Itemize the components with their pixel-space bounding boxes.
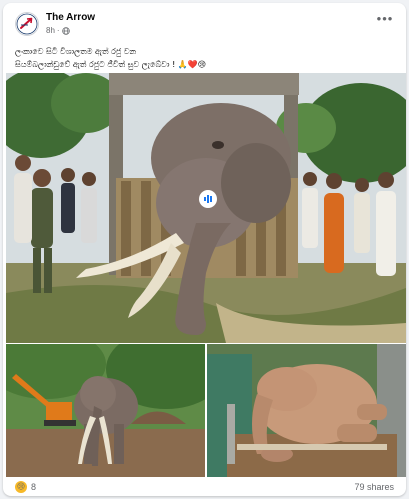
post-card: The Arrow 8h · ••• ලංකාවෙ සිටි විශාලතම ඇ… <box>3 3 406 496</box>
main-photo-illustration <box>6 73 406 343</box>
reactions-summary[interactable]: 😢 8 <box>15 481 36 493</box>
elephant-in-crate-photo[interactable] <box>6 73 406 343</box>
caption-line-2-text: සියම්බලාන්ඩුවේ ඇත් රජුට ජීවිත් සුව ලැබේව… <box>15 60 176 69</box>
post-meta: 8h · <box>46 26 70 35</box>
meta-separator: · <box>56 26 60 35</box>
elephant-standing-photo[interactable] <box>6 344 205 477</box>
caption-line-2: සියම්බලාන්ඩුවේ ඇත් රජුට ජීවිත් සුව ලැබේව… <box>15 58 395 71</box>
sad-reaction-icon: 😢 <box>15 481 27 493</box>
reaction-count: 8 <box>31 482 37 492</box>
watermark-badge-icon <box>199 190 217 208</box>
right-photo-illustration <box>207 344 406 477</box>
post-footer: 😢 8 79 shares <box>3 479 406 496</box>
globe-icon <box>61 26 70 35</box>
post-time[interactable]: 8h <box>46 26 55 35</box>
shares-count[interactable]: 79 shares <box>354 482 394 492</box>
post-header: The Arrow 8h · ••• <box>3 3 406 45</box>
caption-line-1: ලංකාවෙ සිටි විශාලතම ඇත් රජු වන <box>15 47 137 56</box>
ellipsis-icon[interactable]: ••• <box>376 12 394 31</box>
badge-glyph-icon <box>204 195 212 203</box>
page-avatar[interactable] <box>15 12 39 36</box>
arrow-logo-icon <box>16 13 38 35</box>
post-caption: ලංකාවෙ සිටි විශාලතම ඇත් රජු වන සියම්බලාන… <box>15 45 395 71</box>
caption-emojis: 🙏❤️😢 <box>177 60 207 69</box>
left-photo-illustration <box>6 344 205 477</box>
page-name-link[interactable]: The Arrow <box>46 12 95 23</box>
elephant-lying-truck-photo[interactable] <box>207 344 406 477</box>
